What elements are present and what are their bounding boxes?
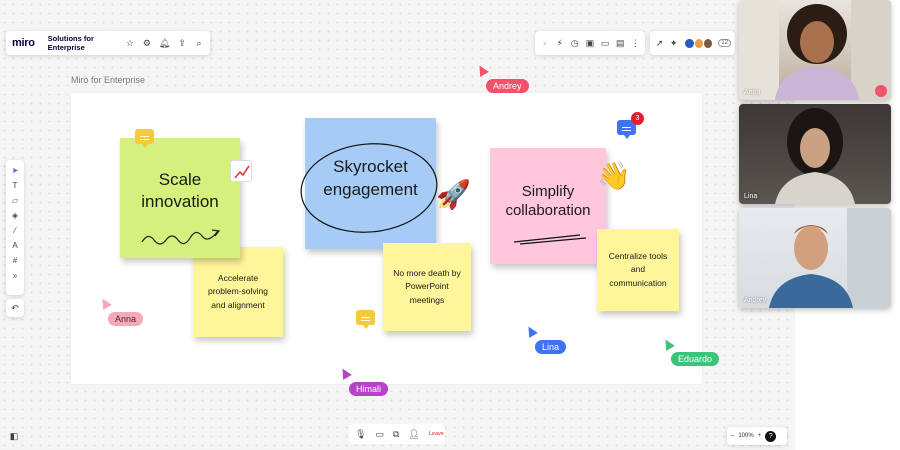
squiggle-drawing[interactable] bbox=[140, 228, 222, 248]
mic-muted-icon bbox=[875, 85, 887, 97]
camera-icon[interactable]: ▭ bbox=[375, 428, 384, 440]
sticky-note[interactable]: No more death by PowerPoint meetings bbox=[383, 243, 471, 331]
zoom-level[interactable]: 100% bbox=[738, 433, 753, 439]
underline-drawing[interactable] bbox=[512, 232, 592, 246]
search-icon[interactable]: ⌕ bbox=[194, 37, 204, 49]
pointer-icon[interactable]: ➚ bbox=[654, 37, 665, 49]
chevron-right-icon[interactable]: › bbox=[539, 37, 550, 49]
sticky-note-icon[interactable]: ▱ bbox=[10, 194, 20, 206]
cursor-label: Lina bbox=[535, 340, 567, 354]
star-icon[interactable]: ☆ bbox=[125, 37, 135, 49]
notes-icon[interactable]: ▤ bbox=[615, 37, 626, 49]
participant-video bbox=[739, 0, 891, 100]
collab-toolbar: › ⚡︎ ◷ ▣ ▭ ▤ ⋮ bbox=[535, 31, 645, 55]
undo-button[interactable]: ↶ bbox=[6, 299, 24, 317]
shapes-icon[interactable]: ◈ bbox=[10, 209, 20, 221]
video-tile[interactable]: Anna bbox=[739, 0, 891, 100]
chart-emoji-icon[interactable] bbox=[230, 160, 252, 182]
comment-icon[interactable] bbox=[135, 129, 154, 148]
leave-button[interactable]: Leave bbox=[429, 431, 444, 437]
participant-video bbox=[775, 108, 855, 204]
circle-drawing[interactable] bbox=[297, 140, 443, 236]
left-toolbar: ➤ T ▱ ◈ ⁄ A # » bbox=[6, 160, 24, 295]
board-name[interactable]: Solutions for Enterprise bbox=[48, 34, 118, 52]
sticky-text: Centralize tools and communication bbox=[608, 251, 668, 288]
minimap-icon: ◧ bbox=[9, 430, 19, 441]
frame-title[interactable]: Miro for Enterprise bbox=[71, 75, 145, 85]
zoom-in-button[interactable]: + bbox=[758, 433, 762, 439]
minimap-button[interactable]: ◧ bbox=[6, 428, 22, 444]
cursor-label: Himali bbox=[349, 382, 389, 396]
cursor-label: Eduardo bbox=[671, 352, 720, 366]
cursor-label: Anna bbox=[108, 312, 144, 326]
participant-video bbox=[769, 208, 891, 308]
marker-icon[interactable]: A bbox=[10, 239, 20, 251]
top-toolbar: miro Solutions for Enterprise ☆ ⚙ 🔔︎ ⇪ ⌕ bbox=[6, 31, 210, 55]
video-name: Lina bbox=[744, 193, 758, 200]
sticky-text: Scale innovation bbox=[141, 169, 219, 211]
add-person-icon[interactable]: 👤︎ bbox=[408, 428, 419, 440]
sticky-text: Accelerate problem-solving and alignment bbox=[208, 273, 268, 310]
cursor-label: Andrey bbox=[486, 79, 529, 93]
call-controls: 🎙︎ ▭ ⧉ 👤︎ Leave bbox=[349, 424, 445, 444]
timer-icon[interactable]: ◷ bbox=[569, 37, 580, 49]
more-icon[interactable]: » bbox=[10, 269, 20, 281]
sticky-note[interactable]: Accelerate problem-solving and alignment bbox=[193, 247, 283, 337]
bolt-icon[interactable]: ⚡︎ bbox=[554, 37, 565, 49]
pen-icon[interactable]: ⁄ bbox=[10, 224, 20, 236]
sticky-note[interactable]: Centralize tools and communication bbox=[597, 229, 679, 311]
settings-icon[interactable]: ⚙ bbox=[142, 37, 152, 49]
mic-icon[interactable]: 🎙︎ bbox=[355, 428, 366, 440]
participant-count[interactable]: 12 bbox=[718, 39, 731, 47]
frame-icon[interactable]: # bbox=[10, 254, 20, 266]
upload-icon[interactable]: ⇪ bbox=[177, 37, 187, 49]
comment-count-badge: 3 bbox=[631, 112, 644, 125]
share-screen-icon[interactable]: ⧉ bbox=[393, 428, 399, 440]
cursor-icon[interactable]: ➤ bbox=[10, 164, 20, 176]
avatar[interactable] bbox=[702, 37, 714, 49]
bell-icon[interactable]: 🔔︎ bbox=[159, 37, 170, 49]
miro-logo[interactable]: miro bbox=[12, 37, 35, 49]
video-name: Andrey bbox=[744, 297, 767, 304]
sticky-text: No more death by PowerPoint meetings bbox=[393, 268, 461, 305]
rocket-icon[interactable]: 🚀 bbox=[436, 178, 471, 211]
chat-icon[interactable]: ▭ bbox=[600, 37, 611, 49]
zoom-out-button[interactable]: – bbox=[731, 433, 734, 439]
video-name: Anna bbox=[744, 89, 761, 96]
share-toolbar: ➚ ✦ 12 bbox=[650, 31, 735, 55]
comment-icon[interactable] bbox=[356, 310, 375, 329]
help-button[interactable]: ? bbox=[765, 430, 777, 442]
wave-emoji-icon[interactable]: 👋 bbox=[597, 160, 631, 192]
undo-icon: ↶ bbox=[11, 302, 19, 313]
celebrate-icon[interactable]: ✦ bbox=[668, 37, 679, 49]
sticky-note[interactable]: Simplify collaboration bbox=[490, 148, 606, 264]
text-icon[interactable]: T bbox=[10, 179, 20, 191]
video-tile[interactable]: Lina bbox=[739, 104, 891, 204]
video-tile[interactable]: Andrey bbox=[739, 208, 891, 308]
more-icon[interactable]: ⋮ bbox=[630, 37, 641, 49]
zoom-controls: – 100% + ? bbox=[727, 427, 787, 445]
sticky-text: Simplify collaboration bbox=[505, 182, 591, 220]
vote-icon[interactable]: ▣ bbox=[584, 37, 595, 49]
